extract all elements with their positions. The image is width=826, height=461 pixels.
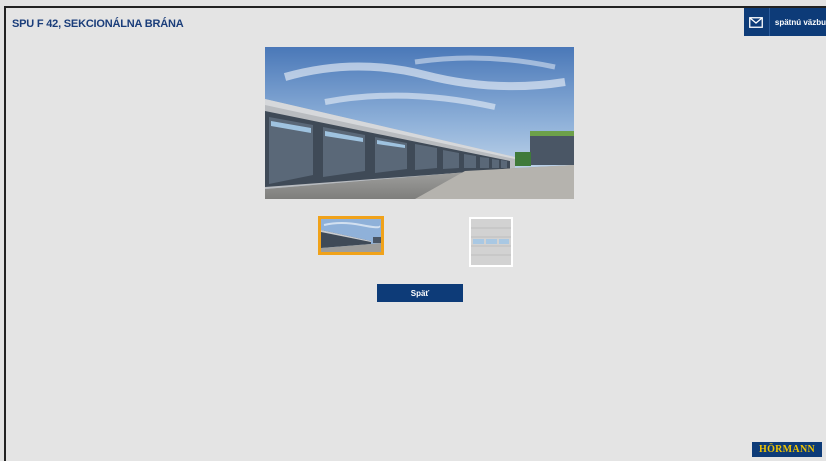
app-window: SPU F 42, SEKCIONÁLNA BRÁNA spätnú väzbu	[4, 6, 826, 461]
page-title: SPU F 42, SEKCIONÁLNA BRÁNA	[12, 18, 184, 30]
mail-icon	[744, 8, 770, 36]
thumbnail-door-panel[interactable]	[469, 217, 513, 267]
back-button[interactable]: Späť	[377, 284, 463, 302]
feedback-button[interactable]: spätnú väzbu	[744, 8, 826, 36]
thumbnail-photo[interactable]	[318, 216, 384, 255]
feedback-label: spätnú väzbu	[774, 17, 826, 27]
main-product-image	[265, 47, 574, 199]
hormann-logo: HÖRMANN	[752, 442, 822, 457]
